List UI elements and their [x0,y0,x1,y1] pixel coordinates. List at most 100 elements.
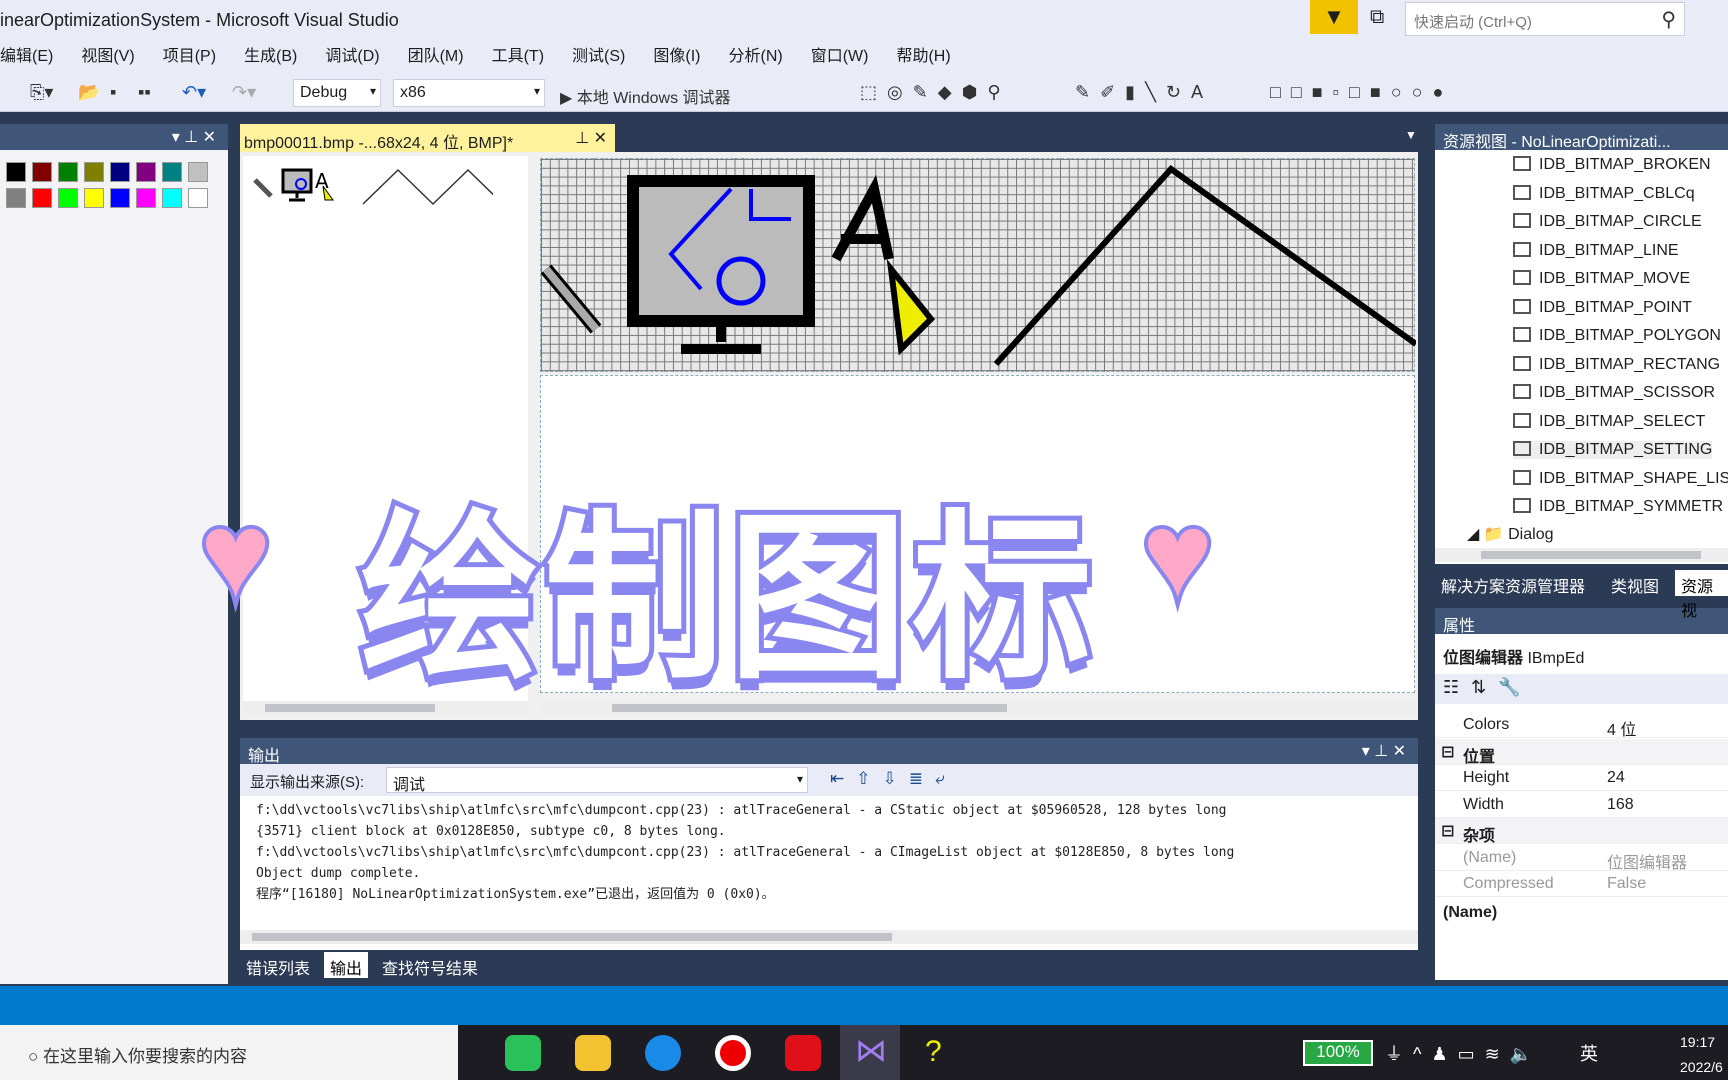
menu-item[interactable]: 图像(I) [653,40,700,74]
feedback-icon[interactable]: ⧉ [1370,6,1384,29]
menu-item[interactable]: 分析(N) [728,40,782,74]
resource-view-panel: 资源视图 - NoLinearOptimizati... IDB_BITMAP_… [1435,124,1728,564]
close-icon[interactable]: ▾ ⊥ ✕ [172,127,216,147]
sogou-icon[interactable] [645,1035,681,1071]
close-output-icon[interactable]: ▾ ⊥ ✕ [1362,741,1406,761]
tab-dropdown-icon[interactable]: ▼ [1405,128,1417,142]
tree-item[interactable]: IDB_BITMAP_SHAPE_LIS [1513,469,1728,488]
color-swatch[interactable] [162,188,182,208]
tree-item[interactable]: IDB_BITMAP_BROKEN [1513,156,1711,174]
color-swatch[interactable] [110,188,130,208]
properties-object[interactable]: 位图编辑器 IBmpEd [1443,644,1584,668]
redo-icon[interactable]: ↷▾ [232,82,256,103]
platform-select[interactable]: x86 [393,79,545,107]
side-tab[interactable]: 类视图 [1605,570,1665,596]
menu-item[interactable]: 窗口(W) [811,40,869,74]
bottom-tab[interactable]: 输出 [324,952,369,978]
tree-item[interactable]: IDB_BITMAP_SCISSOR [1513,384,1715,402]
save-all-icon[interactable]: ▪▪ [138,82,151,103]
color-swatch[interactable] [84,162,104,182]
recorder-icon[interactable] [715,1035,751,1071]
search-icon[interactable]: ⚲ [1661,7,1676,32]
tray-icons[interactable]: ⏚^♟▭≋🔈 [1385,1040,1542,1066]
output-scrollbar[interactable] [240,930,1418,944]
bottom-tab[interactable]: 查找符号结果 [376,952,484,978]
output-tools[interactable]: ⇤⇧⇩≣⤶ [830,769,957,789]
color-swatch[interactable] [58,188,78,208]
filter-icon[interactable]: ▼ [1310,0,1358,34]
collapse-icon[interactable]: ⊟ [1441,821,1454,841]
collapse-icon[interactable]: ⊟ [1441,742,1454,762]
quick-launch-input[interactable]: 快速启动 (Ctrl+Q) ⚲ [1405,2,1685,36]
color-swatch[interactable] [6,188,26,208]
draw-tools[interactable]: ✎✐▮╲↻A [1075,82,1213,103]
output-text[interactable]: f:\dd\vctools\vc7libs\ship\atlmfc\src\mf… [256,800,1234,905]
new-project-icon[interactable]: ⎘▾ [30,82,53,103]
color-swatch[interactable] [32,188,52,208]
property-row[interactable]: ⊟ 杂项 [1435,818,1728,845]
menu-item[interactable]: 视图(V) [81,40,134,74]
menu-item[interactable]: 项目(P) [163,40,216,74]
tab-bmp00011[interactable]: bmp00011.bmp -...68x24, 4 位, BMP]* ⊥ ✕ [240,124,615,152]
side-tab[interactable]: 资源视 [1675,570,1728,620]
open-icon[interactable]: 📂 [78,82,100,103]
tree-item[interactable]: IDB_BITMAP_CIRCLE [1513,213,1702,231]
undo-icon[interactable]: ↶▾ [182,82,206,103]
shape-tools[interactable]: □□■▫□■○○● [1270,82,1453,103]
property-row[interactable]: Height 24 [1435,765,1728,791]
close-tab-icon[interactable]: ⊥ ✕ [575,128,607,148]
bottom-tab[interactable]: 错误列表 [240,952,316,978]
tree-folder-dialog[interactable]: ◢ 📁 Dialog [1467,524,1553,544]
image-tools[interactable]: ⬚◎✎◆⬢⚲ [860,82,1011,103]
color-swatch[interactable] [136,162,156,182]
menu-item[interactable]: 测试(S) [572,40,625,74]
wechat-icon[interactable] [505,1035,541,1071]
menu-item[interactable]: 团队(M) [408,40,464,74]
menu-item[interactable]: 调试(D) [325,40,379,74]
property-row[interactable]: Colors 4 位 [1435,712,1728,739]
color-swatch[interactable] [32,162,52,182]
property-row[interactable]: (Name) 位图编辑器 [1435,845,1728,872]
tree-item[interactable]: IDB_BITMAP_POINT [1513,298,1692,317]
tree-item[interactable]: IDB_BITMAP_CBLCq [1513,184,1695,203]
property-row[interactable]: ⊟ 位置 [1435,738,1728,766]
tree-item[interactable]: IDB_BITMAP_MOVE [1513,270,1690,288]
tree-item[interactable]: IDB_BITMAP_SYMMETR [1513,498,1723,516]
property-row[interactable]: Compressed False [1435,871,1728,897]
app-icon[interactable] [785,1035,821,1071]
color-swatch[interactable] [162,162,182,182]
pixel-grid[interactable] [540,158,1416,372]
color-swatch[interactable] [136,188,156,208]
color-swatch[interactable] [188,162,208,182]
menu-item[interactable]: 帮助(H) [896,40,950,74]
file-explorer-icon[interactable] [575,1035,611,1071]
output-source-select[interactable]: 调试 [386,767,808,794]
property-row[interactable]: Width 168 [1435,792,1728,818]
menu-item[interactable]: 生成(B) [244,40,297,74]
resource-scrollbar[interactable] [1435,548,1728,562]
battery-indicator[interactable]: 100% [1303,1040,1373,1066]
color-swatch[interactable] [6,162,26,182]
save-icon[interactable]: ▪ [110,82,116,103]
tree-item[interactable]: IDB_BITMAP_SELECT [1513,412,1705,431]
taskbar-search[interactable]: ○ 在这里输入你要搜索的内容 [0,1025,458,1080]
color-swatch[interactable] [84,188,104,208]
visual-studio-icon[interactable]: ⋈ [840,1025,900,1080]
color-swatch[interactable] [58,162,78,182]
menu-item[interactable]: 编辑(E) [0,40,53,74]
tree-item[interactable]: IDB_BITMAP_POLYGON [1513,327,1721,345]
help-icon[interactable]: ? [925,1035,961,1071]
color-swatch[interactable] [188,188,208,208]
tree-item-label: IDB_BITMAP_POLYGON [1539,327,1721,344]
side-tab[interactable]: 解决方案资源管理器 [1435,570,1591,596]
tree-item[interactable]: IDB_BITMAP_LINE [1513,241,1679,260]
color-swatch[interactable] [110,162,130,182]
tree-item[interactable]: IDB_BITMAP_RECTANG [1513,355,1720,374]
properties-toolbar[interactable]: ☷⇅🔧 [1435,674,1728,704]
start-debug-button[interactable]: ▶ 本地 Windows 调试器 [560,84,731,108]
tree-item[interactable]: IDB_BITMAP_SETTING [1513,441,1713,459]
ime-indicator[interactable]: 英 [1580,1040,1598,1066]
clock[interactable]: 19:17 2022/6 [1680,1030,1723,1080]
config-select[interactable]: Debug [293,79,381,107]
menu-item[interactable]: 工具(T) [492,40,544,74]
